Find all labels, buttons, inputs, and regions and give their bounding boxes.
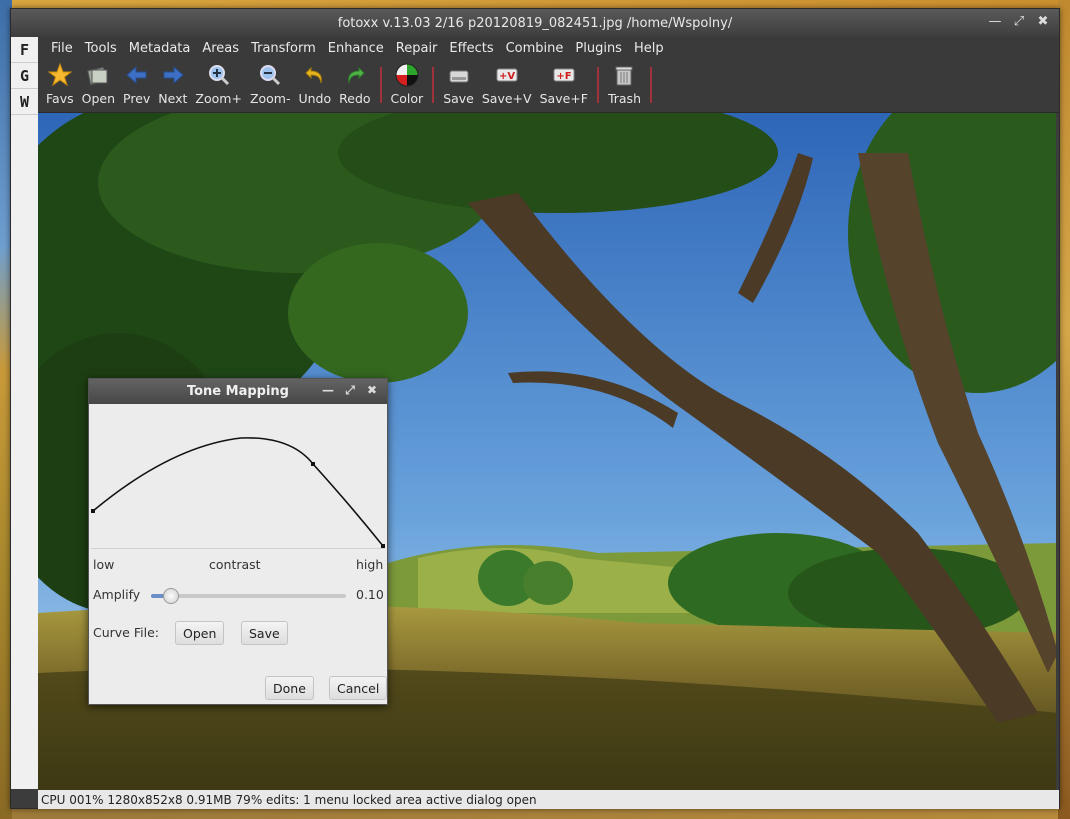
undo-icon [303, 63, 327, 87]
menu-plugins[interactable]: Plugins [569, 41, 628, 56]
save-version-label: Save+V [481, 91, 532, 106]
menu-combine[interactable]: Combine [500, 41, 570, 56]
save-file-icon: +F [552, 63, 576, 87]
contrast-label: contrast [209, 557, 261, 572]
dialog-title-bar[interactable]: Tone Mapping — ⤢ ✖ [89, 379, 387, 404]
curve-node[interactable] [381, 544, 385, 548]
close-icon[interactable]: ✖ [1035, 14, 1051, 30]
menu-file[interactable]: File [45, 41, 79, 56]
redo-icon [343, 63, 367, 87]
arrow-left-icon [125, 63, 149, 87]
dialog-controls: — ⤢ ✖ [321, 383, 379, 398]
maximize-icon[interactable]: ⤢ [1011, 14, 1027, 30]
save-version-button[interactable]: +V Save+V [478, 59, 536, 106]
menu-repair[interactable]: Repair [390, 41, 444, 56]
prev-button[interactable]: Prev [119, 59, 154, 106]
curve-file-label: Curve File: [93, 625, 159, 640]
high-label: high [356, 557, 384, 572]
done-button[interactable]: Done [265, 676, 314, 700]
toolbar-separator [432, 67, 435, 103]
zoom-out-button[interactable]: Zoom- [246, 59, 295, 106]
amplify-label: Amplify [93, 587, 141, 602]
tone-mapping-dialog: Tone Mapping — ⤢ ✖ low contrast high Amp… [88, 378, 388, 705]
trash-button[interactable]: Trash [604, 59, 645, 106]
svg-text:+V: +V [499, 71, 515, 82]
open-button[interactable]: Open [78, 59, 119, 106]
undo-label: Undo [298, 91, 332, 106]
tab-g[interactable]: G [11, 63, 38, 89]
favs-label: Favs [46, 91, 74, 106]
toolbar-separator [379, 67, 382, 103]
trash-label: Trash [607, 91, 641, 106]
star-icon [47, 63, 72, 87]
status-bar: CPU 001% 1280x852x8 0.91MB 79% edits: 1 … [38, 790, 1059, 809]
curve-node[interactable] [311, 462, 315, 466]
window-title: fotoxx v.13.03 2/16 p20120819_082451.jpg… [337, 15, 733, 31]
redo-button[interactable]: Redo [335, 59, 374, 106]
zoom-in-icon [207, 63, 231, 87]
amplify-slider-knob[interactable] [162, 588, 179, 604]
amplify-value: 0.10 [356, 587, 384, 602]
menu-transform[interactable]: Transform [245, 41, 322, 56]
undo-button[interactable]: Undo [294, 59, 335, 106]
curve-editor[interactable] [91, 406, 385, 549]
save-version-icon: +V [495, 63, 519, 87]
view-mode-tabs: F G W [11, 37, 38, 117]
side-panel [11, 117, 38, 789]
low-label: low [93, 557, 115, 572]
prev-label: Prev [123, 91, 151, 106]
toolbar: Favs Open Prev Next Zoom+ Zoom- Undo Red… [38, 59, 1059, 113]
curve-open-button[interactable]: Open [175, 621, 225, 645]
minimize-icon[interactable]: — [987, 14, 1003, 30]
redo-label: Redo [339, 91, 371, 106]
curve-node[interactable] [91, 509, 95, 513]
save-file-button[interactable]: +F Save+F [536, 59, 592, 106]
color-wheel-icon [395, 63, 419, 87]
toolbar-separator [596, 67, 599, 103]
menu-tools[interactable]: Tools [79, 41, 123, 56]
cancel-button[interactable]: Cancel [329, 676, 388, 700]
disk-icon [447, 63, 471, 87]
folder-open-icon [86, 63, 110, 87]
save-button[interactable]: Save [439, 59, 478, 106]
menu-enhance[interactable]: Enhance [322, 41, 390, 56]
save-label: Save [443, 91, 474, 106]
open-label: Open [81, 91, 116, 106]
tab-w[interactable]: W [11, 89, 38, 115]
title-bar: fotoxx v.13.03 2/16 p20120819_082451.jpg… [11, 9, 1059, 37]
color-label: Color [390, 91, 424, 106]
toolbar-separator [650, 67, 652, 103]
menu-effects[interactable]: Effects [443, 41, 499, 56]
zoom-in-label: Zoom+ [195, 91, 242, 106]
color-button[interactable]: Color [387, 59, 428, 106]
window-controls: — ⤢ ✖ [987, 14, 1051, 30]
save-file-label: Save+F [539, 91, 588, 106]
zoom-in-button[interactable]: Zoom+ [191, 59, 246, 106]
trash-icon [612, 63, 636, 87]
zoom-out-label: Zoom- [249, 91, 291, 106]
menu-help[interactable]: Help [628, 41, 670, 56]
amplify-slider[interactable] [151, 588, 346, 604]
dialog-title: Tone Mapping [186, 384, 289, 399]
tone-curve [91, 437, 385, 548]
next-label: Next [158, 91, 188, 106]
curve-save-button[interactable]: Save [241, 621, 288, 645]
zoom-out-icon [258, 63, 282, 87]
tab-f[interactable]: F [11, 37, 38, 63]
svg-text:+F: +F [556, 71, 571, 82]
favs-button[interactable]: Favs [42, 59, 78, 106]
dialog-close-icon[interactable]: ✖ [365, 383, 379, 398]
dialog-maximize-icon[interactable]: ⤢ [343, 383, 357, 398]
status-text: CPU 001% 1280x852x8 0.91MB 79% edits: 1 … [41, 792, 537, 807]
next-button[interactable]: Next [154, 59, 191, 106]
arrow-right-icon [161, 63, 185, 87]
menu-areas[interactable]: Areas [196, 41, 245, 56]
menu-bar: File Tools Metadata Areas Transform Enha… [38, 37, 1059, 59]
dialog-minimize-icon[interactable]: — [321, 383, 335, 398]
menu-metadata[interactable]: Metadata [123, 41, 197, 56]
